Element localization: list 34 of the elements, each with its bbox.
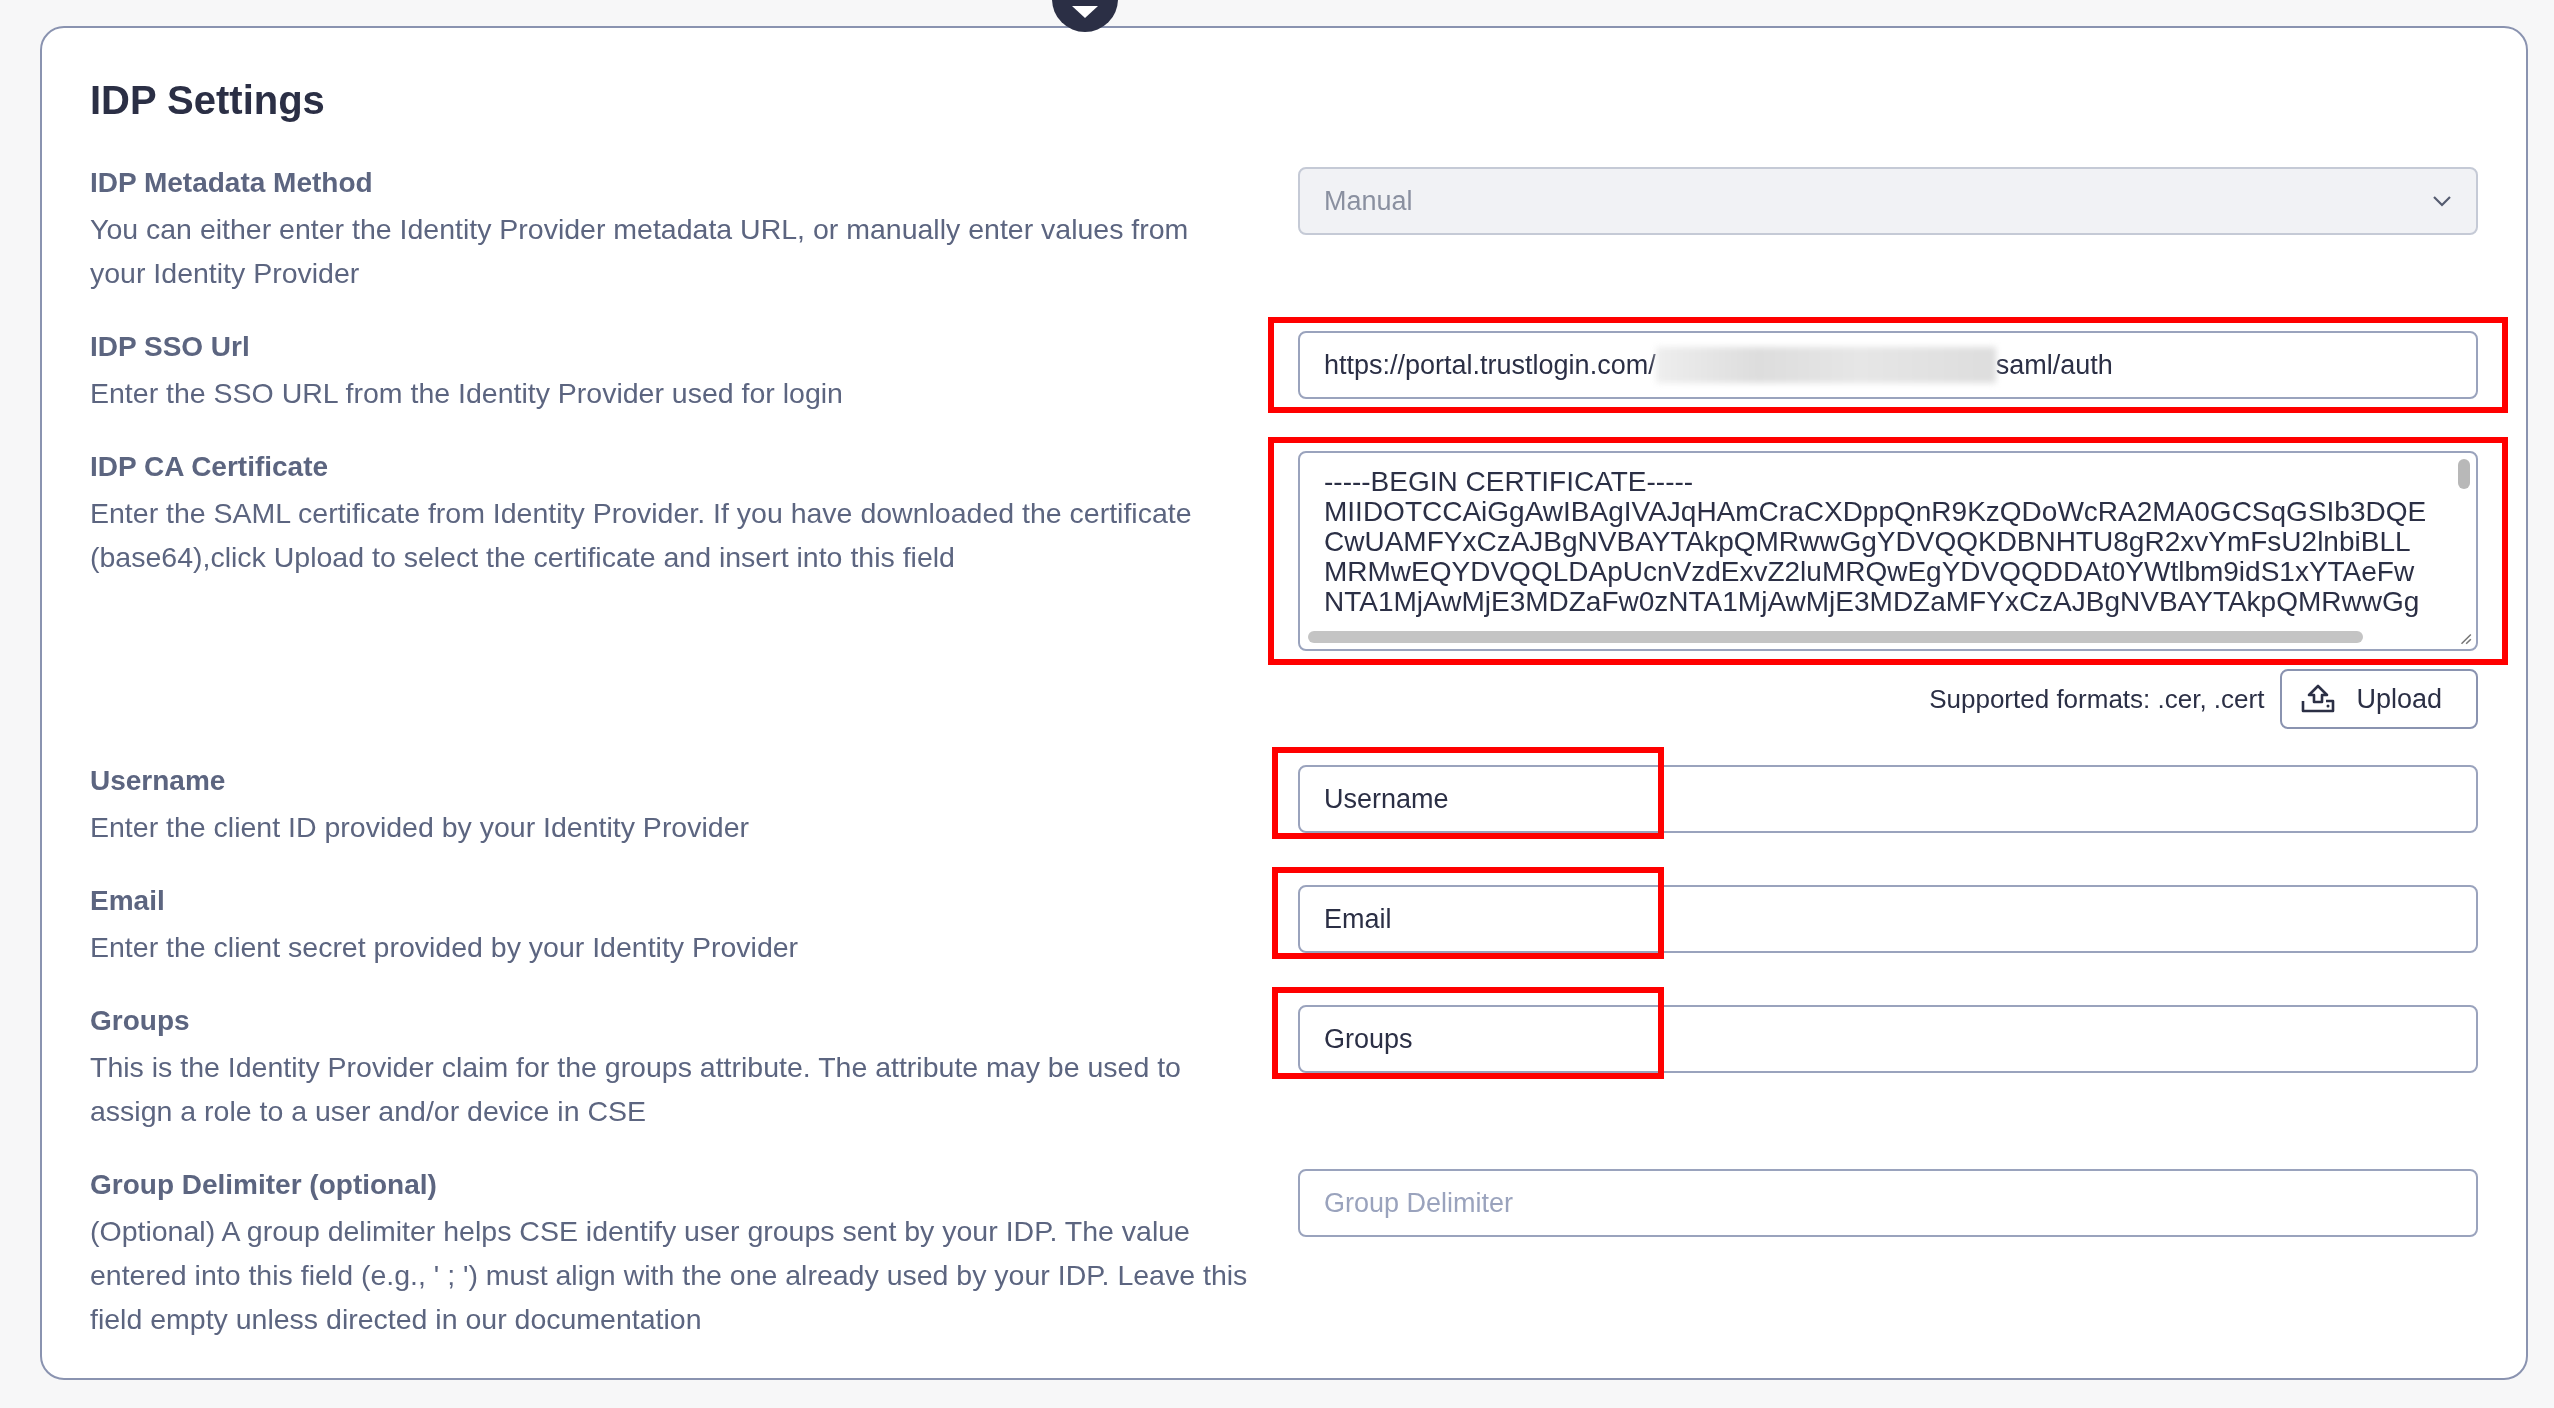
setting-label: Groups [90, 1005, 191, 1037]
setting-description: Enter the client ID provided by your Identity Provider [90, 810, 750, 845]
vertical-scrollbar[interactable] [2458, 459, 2470, 489]
text-field[interactable]: Email [1298, 885, 2478, 953]
setting-description: This is the Identity Provider claim for the groups attribute. The attribute may be used to assign a role to a user and/or device in CSE [90, 1050, 1182, 1129]
text-field[interactable]: Username [1298, 765, 2478, 833]
setting-description: Enter the client secret provided by your Identity Provider [90, 930, 800, 965]
supported-formats-text: Supported formats: .cer, .cert [1929, 683, 2265, 715]
setting-description: (Optional) A group delimiter helps CSE identify user groups sent by your IDP. The value entered into this field (e.g., ' ; ') must align with the one already used by your IDP. Leave this field empty unless directed in our documentation [90, 1214, 1249, 1337]
horizontal-scrollbar[interactable] [1308, 631, 2363, 643]
resize-grip-icon [2458, 631, 2472, 645]
chevron-down-icon [2432, 195, 2452, 207]
setting-label: IDP CA Certificate [90, 451, 330, 483]
certificate-line: CwUAMFYxCzAJBgNVBAYTAkpQMRwwGgYDVQQKDBNHTU8gR2xvYmFsU2lnbiBLL [1324, 527, 2411, 557]
setting-description: Enter the SAML certificate from Identity Provider. If you have downloaded the certificate (base64),click Upload to select the certificate and insert into this field [90, 496, 1193, 575]
sso-url-field[interactable]: https://portal.trustlogin.com/ saml/auth [1298, 331, 2478, 399]
setting-description: You can either enter the Identity Provider metadata URL, or manually enter values from your Identity Provider [90, 212, 1190, 291]
certificate-line: MIIDOTCCAiGgAwIBAgIVAJqHAmCraCXDppQnR9KzQDoWcRA2MA0GCSqGSIb3DQE [1324, 497, 2428, 527]
setting-description: Enter the SSO URL from the Identity Provider used for login [90, 376, 844, 411]
certificate-line: -----BEGIN CERTIFICATE----- [1324, 467, 1695, 497]
certificate-textarea[interactable] [1298, 451, 2478, 651]
certificate-line: MRMwEQYDVQQLDApUcnVzdExvZ2luMRQwEgYDVQQDDAt0YWtlbm9idS1xYTAeFw [1324, 557, 2416, 587]
upload-button[interactable]: Upload [2280, 669, 2478, 729]
setting-label: IDP Metadata Method [90, 167, 374, 199]
upload-tray-icon [2300, 684, 2337, 714]
text-field[interactable]: Groups [1298, 1005, 2478, 1073]
section-title: IDP Settings [90, 78, 326, 123]
caret-down-icon [1070, 4, 1100, 20]
setting-label: Group Delimiter (optional) [90, 1169, 438, 1201]
setting-label: Email [90, 885, 166, 917]
certificate-line: NTA1MjAwMjE3MDZaFw0zNTA1MjAwMjE3MDZaMFYxCzAJBgNVBAYTAkpQMRwwGg [1324, 587, 2421, 617]
setting-label: IDP SSO Url [90, 331, 251, 363]
setting-label: Username [90, 765, 227, 797]
text-field[interactable]: Group Delimiter [1298, 1169, 2478, 1237]
